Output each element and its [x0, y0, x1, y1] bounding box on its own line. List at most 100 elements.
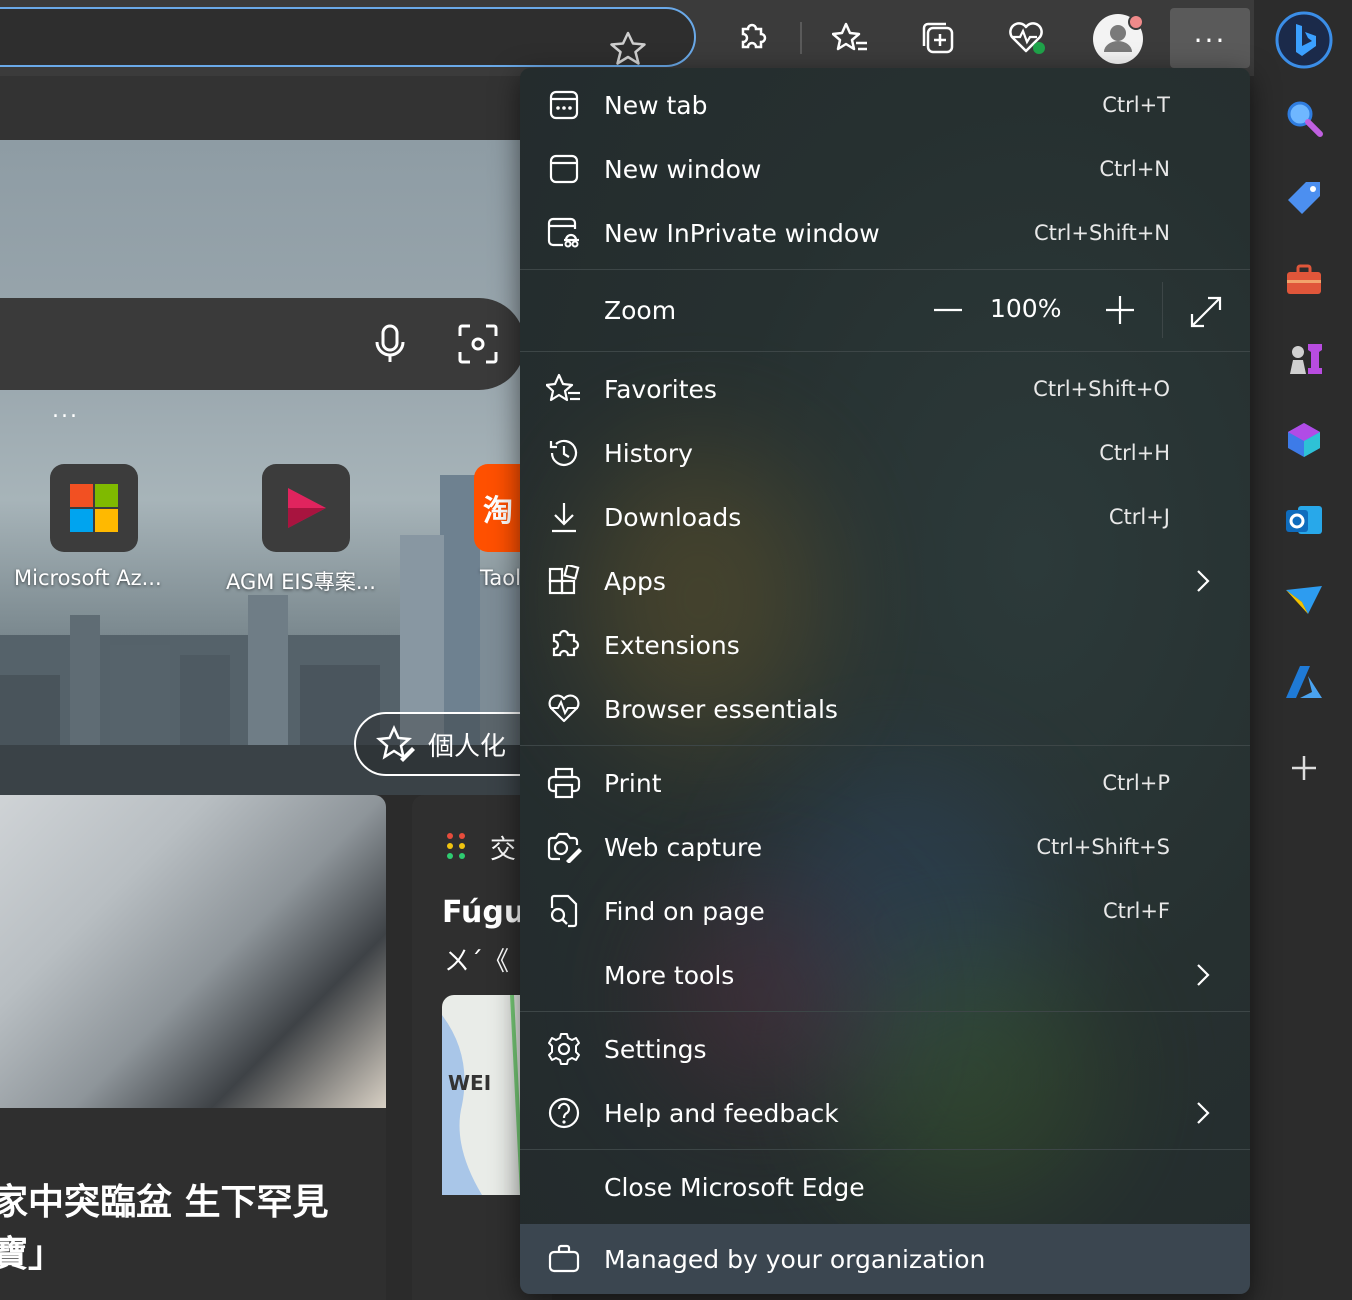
menu-item-shortcut: Ctrl+P [1102, 771, 1170, 795]
menu-item-shortcut: Ctrl+F [1102, 899, 1170, 923]
quick-links-more[interactable]: ... [52, 398, 79, 423]
menu-item-browser-essentials[interactable]: Browser essentials [520, 677, 1250, 741]
menu-item-label: New window [604, 154, 762, 184]
menu-item-close-edge[interactable]: Close Microsoft Edge [520, 1155, 1250, 1219]
menu-item-downloads[interactable]: Downloads Ctrl+J [520, 485, 1250, 549]
sidebar-drop-button[interactable] [1278, 574, 1330, 626]
menu-item-new-inprivate-window[interactable]: New InPrivate window Ctrl+Shift+N [520, 201, 1250, 265]
news-card[interactable]: 家中突臨盆 生下罕見 寶」 [0, 795, 386, 1300]
microphone-icon[interactable] [372, 324, 408, 364]
chevron-right-icon [1197, 1102, 1210, 1124]
favorite-star-icon[interactable] [608, 29, 648, 69]
menu-item-find-on-page[interactable]: Find on page Ctrl+F [520, 879, 1250, 943]
browser-window: ... Microsoft Az... AGM EIS專案... 淘 Taol … [0, 0, 1352, 1300]
sidebar-tools-button[interactable] [1278, 254, 1330, 306]
personalize-label: 個人化 [428, 731, 507, 762]
shopping-tag-icon [1288, 182, 1320, 214]
address-bar[interactable] [0, 7, 696, 67]
zoom-separator [1162, 282, 1163, 338]
menu-item-history[interactable]: History Ctrl+H [520, 421, 1250, 485]
quick-link-label: Microsoft Az... [14, 566, 162, 590]
menu-item-label: Close Microsoft Edge [604, 1172, 865, 1202]
browser-essentials-button[interactable] [1000, 14, 1052, 62]
menu-item-label: Browser essentials [604, 694, 838, 724]
quick-link-tile-agm[interactable] [262, 464, 350, 552]
menu-item-label: Favorites [604, 374, 717, 404]
sidebar-shopping-button[interactable] [1278, 172, 1330, 224]
menu-item-apps[interactable]: Apps [520, 549, 1250, 613]
news-title[interactable]: 家中突臨盆 生下罕見 寶」 [0, 1177, 329, 1281]
history-icon [546, 437, 582, 469]
puzzle-icon [546, 629, 582, 661]
bing-logo-icon [1275, 11, 1333, 69]
menu-item-favorites[interactable]: Favorites Ctrl+Shift+O [520, 357, 1250, 421]
quick-link-label: AGM EIS專案... [226, 570, 376, 594]
news-title-line: 寶」 [0, 1234, 65, 1275]
menu-item-label: New InPrivate window [604, 218, 880, 248]
sidebar-search-button[interactable] [1278, 92, 1330, 144]
chess-pieces-icon [1290, 344, 1322, 374]
menu-divider [520, 1149, 1250, 1150]
sidebar-games-button[interactable] [1278, 332, 1330, 384]
menu-item-extensions[interactable]: Extensions [520, 613, 1250, 677]
apps-icon [546, 565, 582, 597]
menu-item-label: Zoom [604, 295, 677, 325]
paper-plane-icon [1286, 586, 1322, 614]
find-on-page-icon [546, 894, 582, 928]
menu-item-more-tools[interactable]: More tools [520, 943, 1250, 1007]
menu-item-new-window[interactable]: New window Ctrl+N [520, 137, 1250, 201]
microsoft-365-icon [1288, 423, 1320, 457]
traffic-label: 交 [490, 835, 517, 865]
sidebar-add-button[interactable] [1278, 742, 1330, 794]
gear-icon [546, 1033, 582, 1065]
download-icon [546, 501, 582, 533]
menu-item-print[interactable]: Print Ctrl+P [520, 751, 1250, 815]
chevron-right-icon [1197, 570, 1210, 592]
search-icon [1287, 101, 1323, 137]
menu-item-shortcut: Ctrl+N [1099, 157, 1170, 181]
sidebar-azure-button[interactable] [1278, 656, 1330, 708]
favorites-button[interactable] [824, 14, 876, 62]
web-capture-icon [546, 831, 582, 863]
visual-search-icon[interactable] [458, 324, 498, 364]
heart-pulse-icon [546, 693, 582, 725]
page-search-box[interactable] [0, 298, 525, 390]
menu-item-label: Print [604, 768, 662, 798]
browser-toolbar: ... [0, 0, 1352, 76]
sidebar-copilot-m365-button[interactable] [1278, 414, 1330, 466]
puzzle-icon [741, 23, 767, 49]
menu-item-help-and-feedback[interactable]: Help and feedback [520, 1081, 1250, 1145]
traffic-light-icon [447, 833, 465, 859]
help-icon [546, 1097, 582, 1129]
window-icon [546, 153, 582, 185]
menu-item-web-capture[interactable]: Web capture Ctrl+Shift+S [520, 815, 1250, 879]
collections-button[interactable] [912, 14, 964, 62]
menu-item-new-tab[interactable]: New tab Ctrl+T [520, 73, 1250, 137]
menu-item-settings[interactable]: Settings [520, 1017, 1250, 1081]
menu-item-label: New tab [604, 90, 708, 120]
menu-item-label: Extensions [604, 630, 740, 660]
settings-and-more-button[interactable]: ... [1170, 8, 1250, 68]
zoom-out-icon[interactable] [928, 290, 968, 330]
extensions-button[interactable] [726, 14, 778, 62]
play-logo-icon [288, 488, 326, 528]
managed-by-organization[interactable]: Managed by your organization [520, 1224, 1250, 1294]
settings-and-more-menu: New tab Ctrl+T New window Ctrl+N New InP… [520, 68, 1250, 1294]
menu-item-label: Apps [604, 566, 666, 596]
toolbox-icon [1287, 264, 1321, 294]
favorites-icon [546, 373, 582, 405]
inprivate-window-icon [546, 217, 582, 249]
zoom-in-icon[interactable] [1100, 290, 1140, 330]
menu-item-label: Help and feedback [604, 1098, 839, 1128]
chevron-right-icon [1197, 964, 1210, 986]
copilot-button[interactable] [1274, 10, 1334, 70]
quick-link-tile-azure[interactable] [50, 464, 138, 552]
full-screen-icon[interactable] [1186, 292, 1226, 332]
menu-item-shortcut: Ctrl+T [1102, 93, 1170, 117]
menu-item-label: History [604, 438, 693, 468]
heart-pulse-icon [1009, 22, 1045, 54]
sidebar-outlook-button[interactable] [1278, 494, 1330, 546]
menu-item-shortcut: Ctrl+Shift+S [1036, 835, 1170, 859]
traffic-subheading: ㄨˊ《 [444, 947, 510, 977]
menu-item-label: Downloads [604, 502, 742, 532]
